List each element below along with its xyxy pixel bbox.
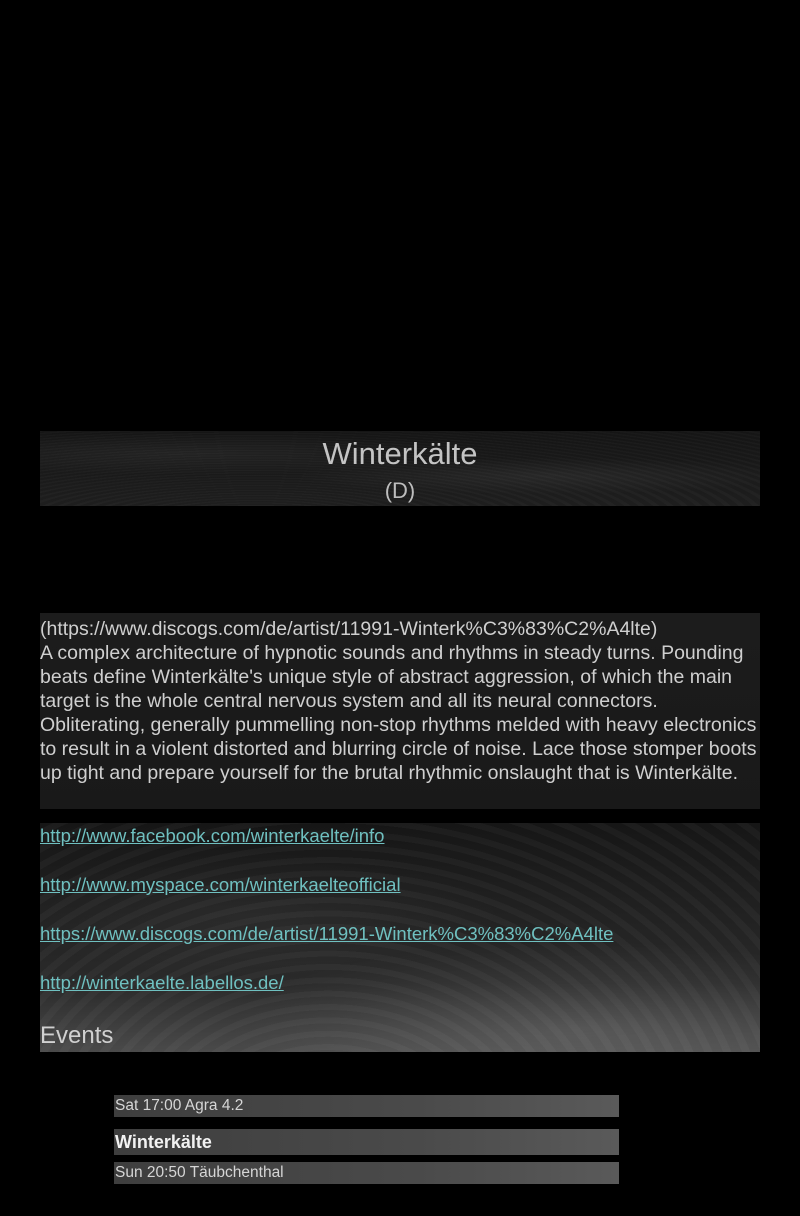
description-source: (https://www.discogs.com/de/artist/11991…	[40, 618, 658, 640]
artist-description: (https://www.discogs.com/de/artist/11991…	[40, 613, 760, 809]
events-heading: Events	[40, 1022, 114, 1049]
artist-country: (D)	[384, 478, 416, 503]
website-link[interactable]: http://winterkaelte.labellos.de/	[40, 972, 284, 994]
links-panel: http://www.facebook.com/winterkaelte/inf…	[40, 823, 760, 1052]
facebook-link[interactable]: http://www.facebook.com/winterkaelte/inf…	[40, 825, 384, 847]
myspace-link[interactable]: http://www.myspace.com/winterkaelteoffic…	[40, 874, 401, 896]
event-row-previous[interactable]: Sat 17:00 Agra 4.2	[114, 1095, 619, 1117]
event-row-next[interactable]: Sun 20:50 Täubchenthal	[114, 1162, 619, 1184]
artist-name: Winterkälte	[322, 436, 478, 471]
artist-header: Winterkälte (D)	[40, 431, 760, 506]
discogs-link[interactable]: https://www.discogs.com/de/artist/11991-…	[40, 923, 613, 945]
description-text: A complex architecture of hypnotic sound…	[40, 642, 757, 784]
event-row-current[interactable]: Winterkälte	[114, 1129, 619, 1155]
